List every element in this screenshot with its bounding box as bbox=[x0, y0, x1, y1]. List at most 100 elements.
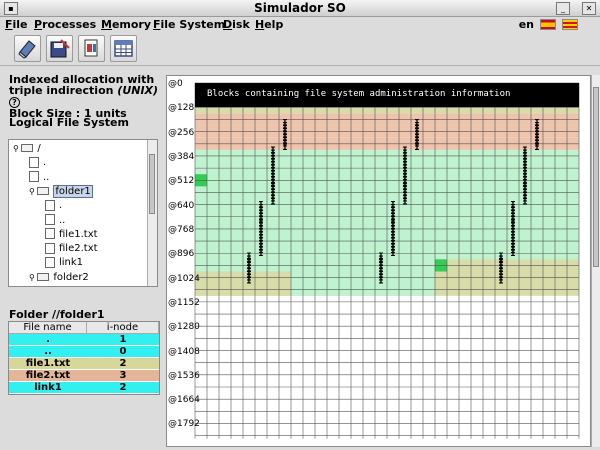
eraser-tool-button[interactable] bbox=[14, 35, 41, 62]
pointer-marker: I bbox=[258, 249, 263, 259]
block-number: 512 bbox=[177, 176, 195, 187]
tree-folder[interactable]: ⚲ folder2 bbox=[29, 271, 89, 285]
tree-label: folder2 bbox=[53, 271, 89, 283]
file-icon bbox=[45, 256, 55, 268]
menu-help[interactable]: Help bbox=[255, 17, 283, 33]
disk-scroll-thumb[interactable] bbox=[593, 87, 599, 267]
catalan-flag-icon[interactable] bbox=[562, 19, 578, 30]
disk-map: IIIIIIIIIIIIIIIIIIIIIIIIIIIIIIIIIIIIIIII… bbox=[166, 75, 591, 447]
block-row-label: @1792 bbox=[168, 419, 200, 429]
block-row-label: @1024 bbox=[168, 274, 200, 284]
tree-file[interactable]: file1.txt bbox=[45, 228, 98, 242]
at-sign: @ bbox=[168, 224, 177, 235]
menu-disk[interactable]: Disk bbox=[223, 17, 250, 33]
menu-memory[interactable]: Memory bbox=[101, 17, 151, 33]
block-number: 384 bbox=[177, 151, 195, 162]
file-icon bbox=[45, 228, 55, 240]
block-row-label: @640 bbox=[168, 201, 194, 211]
at-sign: @ bbox=[168, 370, 177, 381]
file-icon bbox=[45, 242, 55, 254]
block-number: 640 bbox=[177, 200, 195, 211]
help-icon[interactable]: ? bbox=[9, 96, 20, 108]
at-sign: @ bbox=[168, 79, 177, 89]
cell-inode: 0 bbox=[87, 346, 159, 358]
tree-folder[interactable]: ⚲ / bbox=[13, 142, 41, 156]
block-number: 1792 bbox=[177, 419, 200, 430]
pointer-marker: I bbox=[378, 277, 383, 287]
allocation-method: triple indirection bbox=[9, 84, 118, 97]
pointer-marker: I bbox=[414, 143, 419, 153]
table-row[interactable]: file2.txt 3 bbox=[9, 370, 159, 382]
pointer-marker: I bbox=[390, 249, 395, 259]
tree-file[interactable]: . bbox=[45, 199, 62, 213]
pointer-marker: I bbox=[270, 197, 275, 207]
spanish-flag-icon[interactable] bbox=[540, 19, 556, 30]
at-sign: @ bbox=[168, 176, 177, 187]
menu-file-system[interactable]: File System bbox=[153, 17, 225, 33]
table-row[interactable]: .1 bbox=[9, 334, 159, 346]
close-button[interactable]: ✕ bbox=[582, 2, 596, 15]
table-row[interactable]: link1 2 bbox=[9, 382, 159, 394]
at-sign: @ bbox=[168, 127, 177, 138]
tree-scrollbar[interactable] bbox=[147, 140, 157, 286]
cell-inode: 2 bbox=[87, 358, 159, 370]
tree-scroll-thumb[interactable] bbox=[149, 154, 155, 214]
cell-file-name: link1 bbox=[9, 382, 87, 394]
title-bar: Simulador SO ▪ _ ✕ bbox=[0, 0, 600, 17]
tree-toggle-icon[interactable]: ⚲ bbox=[13, 144, 21, 153]
block-number: 1024 bbox=[177, 273, 200, 284]
tree-label: .. bbox=[43, 171, 50, 183]
document-tool-button[interactable] bbox=[78, 35, 105, 62]
admin-banner: Blocks containing file system administra… bbox=[195, 83, 579, 108]
tree-label: link1 bbox=[59, 257, 84, 269]
cell-file-name: file1.txt bbox=[9, 358, 87, 370]
tree-folder[interactable]: ⚲ folder1 bbox=[29, 184, 93, 199]
tree-label: file1.txt bbox=[59, 228, 98, 240]
tree-file[interactable]: file2.txt bbox=[45, 242, 98, 256]
block-number: 768 bbox=[177, 224, 195, 235]
at-sign: @ bbox=[168, 249, 177, 260]
table-row[interactable]: .. 0 bbox=[9, 346, 159, 358]
tree-file[interactable]: .. bbox=[29, 171, 49, 185]
at-sign: @ bbox=[168, 103, 177, 114]
block-number: 128 bbox=[177, 103, 195, 114]
column-inode[interactable]: i-node bbox=[86, 322, 159, 334]
eraser-icon bbox=[18, 40, 36, 59]
menu-bar: File Processes Memory File System Disk Help en bbox=[0, 17, 600, 33]
at-sign: @ bbox=[168, 200, 177, 211]
block-number: 1664 bbox=[177, 395, 200, 406]
column-file-name[interactable]: File name bbox=[9, 322, 87, 334]
pointer-marker: I bbox=[522, 197, 527, 207]
cell-inode: 3 bbox=[87, 370, 159, 382]
cell-file-name: . bbox=[9, 334, 87, 346]
left-panel: Indexed allocation with triple indirecti… bbox=[0, 66, 165, 450]
block-row-label: @1152 bbox=[168, 298, 200, 308]
file-tree[interactable]: ⚲ folder2 link1 file2.txt file1.txt... ⚲ fol… bbox=[8, 139, 158, 287]
tree-toggle-icon[interactable]: ⚲ bbox=[29, 187, 37, 196]
disk-block-grid: IIIIIIIIIIIIIIIIIIIIIIIIIIIIIIIIIIIIIIII… bbox=[194, 82, 580, 439]
pointer-marker: I bbox=[534, 143, 539, 153]
table-row[interactable]: file1.txt 2 bbox=[9, 358, 159, 370]
minimize-button[interactable]: _ bbox=[556, 2, 570, 15]
save-tool-button[interactable] bbox=[46, 35, 73, 62]
disk-scrollbar[interactable] bbox=[591, 75, 600, 447]
block-number: 1152 bbox=[177, 297, 200, 308]
menu-file[interactable]: File bbox=[5, 17, 28, 33]
menu-processes[interactable]: Processes bbox=[34, 17, 96, 33]
language-code: en bbox=[518, 18, 534, 31]
folder-icon bbox=[21, 144, 34, 152]
allocation-os: (UNIX) bbox=[117, 84, 159, 97]
table-header: File name i-node bbox=[9, 322, 159, 334]
tree-file[interactable]: . bbox=[29, 156, 46, 170]
tree-file[interactable]: link1 bbox=[45, 256, 83, 270]
window-menu-button[interactable]: ▪ bbox=[4, 2, 18, 15]
tree-toggle-icon[interactable]: ⚲ bbox=[29, 273, 37, 282]
at-sign: @ bbox=[168, 297, 177, 308]
tree-file[interactable]: .. bbox=[45, 214, 65, 228]
table-tool-button[interactable] bbox=[110, 35, 137, 62]
file-icon bbox=[45, 214, 55, 225]
cell-inode: 2 bbox=[87, 382, 159, 394]
block-row-label: @0 bbox=[168, 79, 183, 89]
folder-icon bbox=[37, 272, 50, 281]
pointer-marker: I bbox=[510, 249, 515, 259]
